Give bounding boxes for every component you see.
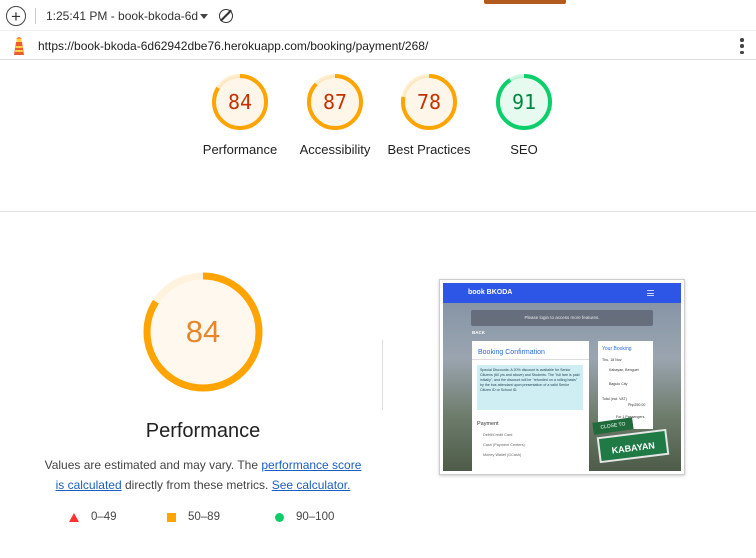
thumb-sign: KABAYAN bbox=[596, 428, 670, 464]
thumb-brand: book BKODA bbox=[468, 289, 513, 296]
thumb-booking-summary: Your Booking Thu, 18 Nov Kabayan, Bengue… bbox=[598, 341, 653, 429]
thumb-side-from: Kabayan, Benguet bbox=[609, 368, 639, 372]
gauge-best-practices[interactable]: 78 Best Practices bbox=[384, 70, 474, 160]
thumb-discount-note: Special Discounts: A 20% discount is ava… bbox=[477, 365, 583, 410]
thumb-side-total: Total (incl. VAT) bbox=[602, 397, 627, 401]
thumb-option: Debit/Credit Card bbox=[483, 433, 513, 437]
thumb-navbar: book BKODA bbox=[443, 283, 681, 303]
thumb-booking-card: Booking Confirmation Special Discounts: … bbox=[472, 341, 589, 471]
gauge-label: SEO bbox=[510, 142, 538, 157]
gauge-label: Performance bbox=[202, 142, 278, 157]
legend-fail-range: 0–49 bbox=[91, 511, 117, 523]
circle-icon bbox=[275, 512, 284, 522]
legend-pass-range: 90–100 bbox=[296, 511, 335, 523]
thumb-back: BACK bbox=[472, 330, 485, 335]
legend-pass: 90–100 bbox=[275, 511, 334, 523]
see-calculator-link[interactable]: See calculator. bbox=[272, 478, 351, 492]
page-url[interactable]: https://book-bkoda-6d62942dbe76.herokuap… bbox=[38, 39, 428, 53]
gauge-score: 78 bbox=[416, 90, 442, 114]
clear-icon[interactable] bbox=[219, 9, 233, 23]
new-report-button[interactable]: + bbox=[6, 6, 26, 26]
hamburger-icon bbox=[647, 290, 654, 296]
report-selector[interactable]: 1:25:41 PM - book-bkoda-6d bbox=[46, 9, 198, 23]
desc-prefix: Values are estimated and may vary. The bbox=[44, 458, 262, 472]
more-options-icon[interactable] bbox=[740, 38, 744, 54]
performance-score: 84 bbox=[185, 314, 221, 349]
section-divider bbox=[382, 340, 383, 410]
gauge-label: Best Practices bbox=[387, 142, 471, 157]
thumb-option: Money Wallet (GCash) bbox=[483, 453, 522, 457]
gauge-seo[interactable]: 91 SEO bbox=[479, 70, 569, 160]
thumb-banner: Please login to access more features. bbox=[471, 310, 653, 326]
thumb-side-price: Php250.00 bbox=[628, 403, 646, 407]
thumb-side-date: Thu, 18 Nov bbox=[602, 358, 622, 362]
legend-average: 50–89 bbox=[167, 511, 220, 523]
gauge-score: 91 bbox=[511, 90, 537, 114]
performance-description: Values are estimated and may vary. The p… bbox=[40, 455, 366, 495]
gauge-accessibility[interactable]: 87 Accessibility bbox=[290, 70, 380, 160]
performance-title: Performance bbox=[145, 420, 261, 442]
page-screenshot[interactable]: book BKODA Please login to access more f… bbox=[439, 279, 685, 475]
chevron-down-icon[interactable] bbox=[200, 14, 208, 19]
gauge-label: Accessibility bbox=[299, 142, 371, 157]
triangle-icon bbox=[69, 512, 79, 522]
screenshot-content: book BKODA Please login to access more f… bbox=[443, 283, 681, 471]
toolbar-divider bbox=[35, 8, 36, 24]
thumb-card-title: Booking Confirmation bbox=[478, 349, 545, 356]
square-icon bbox=[167, 512, 176, 522]
thumb-option: Cash (Payment Centers) bbox=[483, 443, 525, 447]
gauge-performance[interactable]: 84 Performance bbox=[195, 70, 285, 160]
report-url-bar: https://book-bkoda-6d62942dbe76.herokuap… bbox=[0, 30, 756, 60]
thumb-payment-title: Payment bbox=[477, 421, 499, 427]
thumb-card-divider bbox=[472, 359, 589, 360]
legend-average-range: 50–89 bbox=[188, 511, 220, 523]
score-summary: 84 Performance 87 Accessibility 78 Best Pract… bbox=[0, 60, 756, 212]
legend-fail: 0–49 bbox=[69, 511, 117, 523]
desc-middle: directly from these metrics. bbox=[121, 478, 272, 492]
report-toolbar: + 1:25:41 PM - book-bkoda-6d bbox=[0, 0, 756, 30]
thumb-side-to: Baguio City bbox=[609, 382, 628, 386]
loading-indicator bbox=[484, 0, 566, 4]
gauge-score: 87 bbox=[322, 90, 348, 114]
thumb-side-title: Your Booking bbox=[602, 346, 632, 352]
gauge-score: 84 bbox=[227, 90, 253, 114]
lighthouse-icon bbox=[14, 37, 24, 55]
